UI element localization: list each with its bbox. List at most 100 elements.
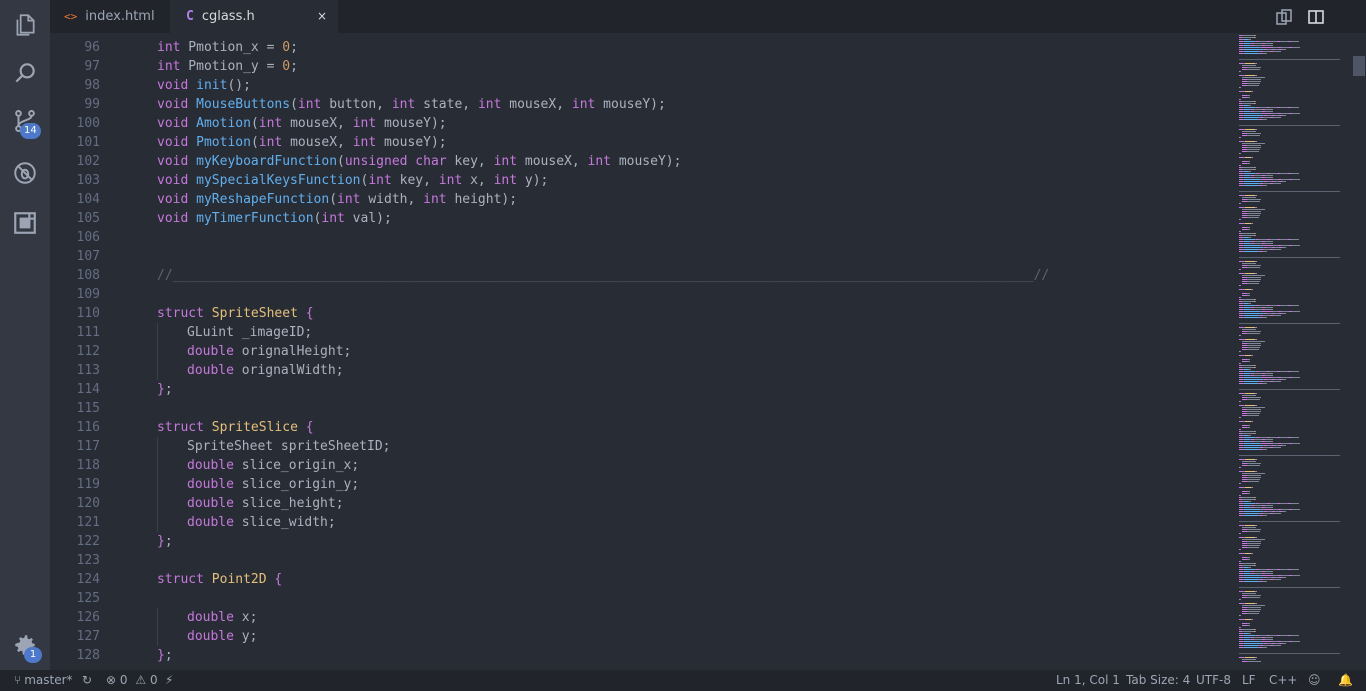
- search-icon[interactable]: [0, 48, 50, 98]
- minimap-line: [1273, 315, 1281, 316]
- code-line[interactable]: double x;: [187, 608, 257, 627]
- minimap-line: [1242, 473, 1265, 474]
- minimap-line: [1254, 307, 1262, 308]
- minimap-line: [1247, 283, 1259, 284]
- minimap-line: [1255, 301, 1256, 302]
- minimap-line: [1262, 383, 1267, 384]
- encoding[interactable]: UTF-8: [1196, 670, 1231, 691]
- minimap-line: [1263, 315, 1270, 316]
- code-line[interactable]: };: [157, 532, 173, 551]
- minimap-line: [1247, 613, 1259, 614]
- line-number: 99: [84, 97, 100, 112]
- code-token: int: [157, 59, 181, 74]
- indent-guide: [157, 627, 158, 646]
- git-branch[interactable]: ⑂ master*: [14, 670, 73, 691]
- code-line[interactable]: //______________________________________…: [157, 266, 1049, 285]
- tab-index-html[interactable]: <> index.html: [50, 0, 170, 33]
- sync-icon[interactable]: ↻: [82, 670, 92, 691]
- minimap-line: [1240, 71, 1241, 72]
- code-line[interactable]: GLuint _imageID;: [187, 323, 312, 342]
- minimap-line: [1244, 185, 1258, 186]
- code-line[interactable]: void myReshapeFunction(int width, int he…: [157, 190, 517, 209]
- minimap-line: [1291, 239, 1299, 240]
- end-of-line[interactable]: LF: [1242, 670, 1256, 691]
- minimap-line: [1280, 503, 1288, 504]
- code-line[interactable]: void init();: [157, 76, 251, 95]
- settings-gear-icon[interactable]: 1: [0, 620, 50, 670]
- code-line[interactable]: void myTimerFunction(int val);: [157, 209, 392, 228]
- tab-size[interactable]: Tab Size: 4: [1126, 670, 1190, 691]
- code-token: }: [157, 648, 165, 663]
- code-line[interactable]: double slice_width;: [187, 513, 336, 532]
- code-token: int: [493, 154, 518, 169]
- minimap-line: [1265, 571, 1273, 572]
- minimap-line: [1265, 441, 1273, 442]
- code-line[interactable]: void MouseButtons(int button, int state,…: [157, 95, 666, 114]
- code-line[interactable]: struct Point2D {: [157, 570, 282, 589]
- minimap-line: [1247, 217, 1259, 218]
- debug-icon[interactable]: [0, 148, 50, 198]
- tab-cglass-h[interactable]: C cglass.h ×: [170, 0, 338, 33]
- code-line[interactable]: void Amotion(int mouseX, int mouseY);: [157, 114, 447, 133]
- code-editor[interactable]: 96 97 98 99 100 101 102 103 104 105 106 107 108 109 11…: [50, 33, 1230, 670]
- minimap-line: [1244, 313, 1263, 314]
- source-control-icon[interactable]: 14: [0, 96, 50, 146]
- open-changes-icon[interactable]: [1274, 7, 1294, 27]
- vertical-scrollbar[interactable]: [1352, 33, 1366, 670]
- split-editor-icon[interactable]: [1306, 7, 1326, 27]
- minimap-line: [1240, 533, 1241, 534]
- code-line[interactable]: double slice_origin_y;: [187, 475, 359, 494]
- scrollbar-thumb[interactable]: [1353, 56, 1365, 76]
- line-number: 111: [76, 325, 100, 340]
- code-line[interactable]: SpriteSheet spriteSheetID;: [187, 437, 391, 456]
- close-icon[interactable]: ×: [314, 8, 330, 24]
- minimap-line: [1255, 497, 1256, 498]
- cursor-position[interactable]: Ln 1, Col 1: [1056, 670, 1120, 691]
- minimap-line: [1239, 653, 1340, 654]
- minimap-line: [1255, 565, 1256, 566]
- code-line[interactable]: void myKeyboardFunction(unsigned char ke…: [157, 152, 681, 171]
- minimap-line: [1259, 371, 1267, 372]
- code-line[interactable]: double orignalWidth;: [187, 361, 344, 380]
- minimap-line: [1240, 561, 1241, 562]
- minimap-line: [1256, 273, 1257, 274]
- minimap-line: [1247, 277, 1261, 278]
- code-line[interactable]: };: [157, 380, 173, 399]
- feedback-smiley-icon[interactable]: ☺: [1308, 670, 1321, 691]
- code-line[interactable]: void Pmotion(int mouseX, int mouseY);: [157, 133, 447, 152]
- minimap-line: [1256, 207, 1257, 208]
- code-line[interactable]: struct SpriteSlice {: [157, 418, 314, 437]
- code-line[interactable]: };: [157, 646, 173, 665]
- minimap-line: [1244, 443, 1260, 444]
- explorer-icon[interactable]: [0, 0, 50, 50]
- code-line[interactable]: int Pmotion_x = 0;: [157, 38, 298, 57]
- code-line[interactable]: int Pmotion_y = 0;: [157, 57, 298, 76]
- minimap-line: [1244, 641, 1260, 642]
- minimap-line: [1240, 483, 1241, 484]
- minimap-line: [1247, 333, 1260, 334]
- lightning-icon[interactable]: ⚡: [165, 670, 173, 691]
- minimap-line: [1247, 529, 1261, 530]
- minimap-line: [1247, 415, 1259, 416]
- minimap-line: [1244, 51, 1259, 52]
- code-line[interactable]: double y;: [187, 627, 257, 646]
- code-line[interactable]: double slice_origin_x;: [187, 456, 359, 475]
- code-token: key,: [446, 154, 494, 169]
- code-token: orignalHeight;: [233, 344, 352, 359]
- code-line[interactable]: void mySpecialKeysFunction(int key, int …: [157, 171, 548, 190]
- code-line[interactable]: double orignalHeight;: [187, 342, 351, 361]
- extensions-icon[interactable]: [0, 198, 50, 248]
- line-number: 114: [76, 382, 100, 397]
- minimap-line: [1255, 35, 1256, 36]
- minimap-line: [1262, 581, 1267, 582]
- minimap-line: [1242, 497, 1254, 498]
- minimap[interactable]: [1230, 33, 1352, 670]
- problems-indicator[interactable]: ⊗ 0 ⚠ 0: [106, 670, 158, 691]
- minimap-line: [1282, 115, 1286, 116]
- code-line[interactable]: double slice_height;: [187, 494, 344, 513]
- code-line[interactable]: struct SpriteSheet {: [157, 304, 314, 323]
- language-mode[interactable]: C++: [1269, 670, 1298, 691]
- notifications-bell-icon[interactable]: 🔔: [1338, 670, 1353, 691]
- minimap-line: [1247, 409, 1261, 410]
- minimap-line: [1248, 171, 1251, 172]
